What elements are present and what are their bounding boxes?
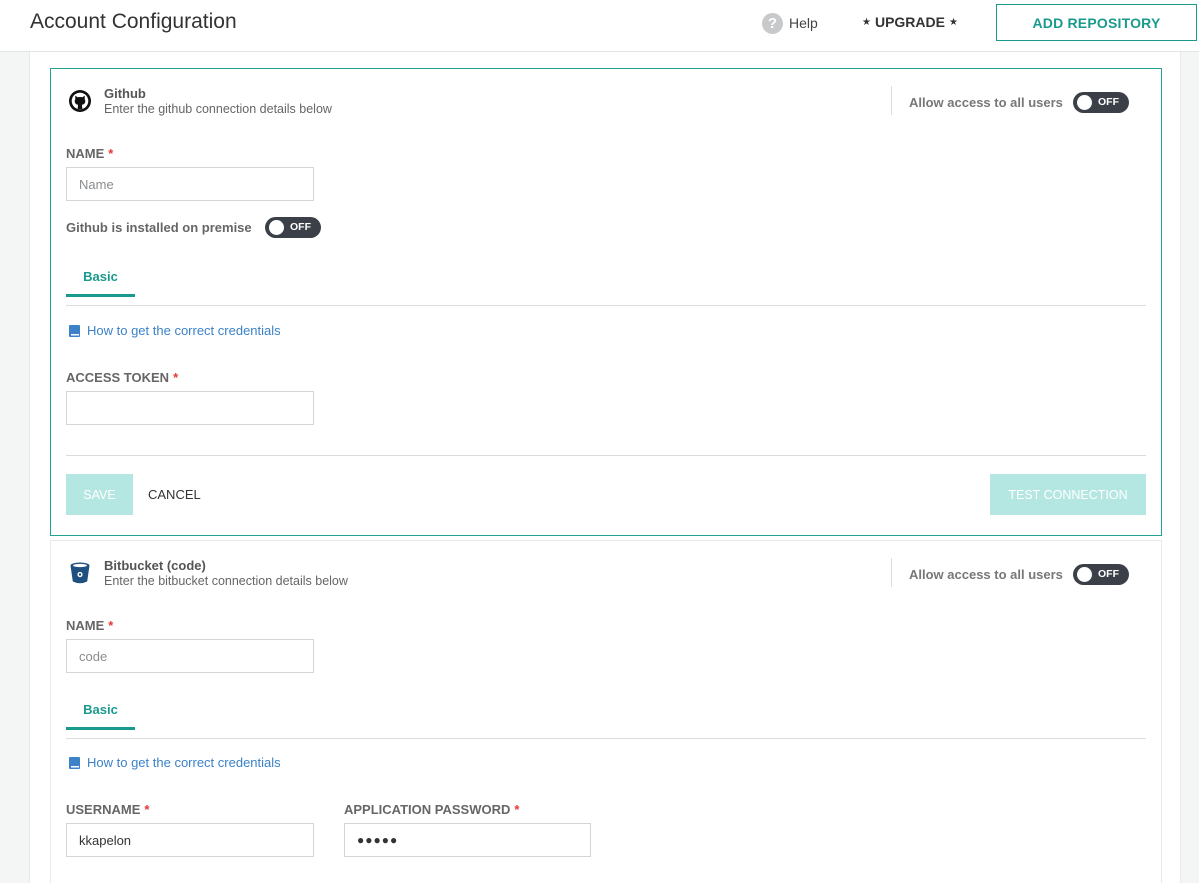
divider	[891, 558, 892, 587]
tab-basic[interactable]: Basic	[66, 269, 135, 297]
add-repository-button[interactable]: ADD REPOSITORY	[996, 4, 1197, 41]
toggle-knob	[1077, 567, 1092, 582]
credentials-link-text: How to get the correct credentials	[87, 323, 281, 338]
name-label: NAME *	[66, 146, 113, 161]
allow-access-toggle[interactable]: OFF	[1073, 564, 1129, 585]
github-name-input[interactable]	[66, 167, 314, 201]
cancel-button[interactable]: CANCEL	[148, 487, 201, 502]
github-title: Github	[104, 86, 146, 101]
required-asterisk: *	[173, 370, 179, 385]
name-label: NAME *	[66, 618, 113, 633]
bitbucket-name-input[interactable]	[66, 639, 314, 673]
bitbucket-card: Bitbucket (code) Enter the bitbucket con…	[50, 540, 1162, 883]
name-label-text: NAME	[66, 618, 105, 633]
credentials-link-text: How to get the correct credentials	[87, 755, 281, 770]
test-connection-button[interactable]: TEST CONNECTION	[990, 474, 1146, 515]
save-button[interactable]: SAVE	[66, 474, 133, 515]
premise-toggle[interactable]: OFF	[265, 217, 321, 238]
help-link[interactable]: ? Help	[762, 12, 818, 34]
github-octocat-icon	[69, 90, 91, 112]
star-icon: ★	[862, 16, 871, 28]
required-asterisk: *	[108, 618, 114, 633]
allow-access-label: Allow access to all users	[909, 95, 1063, 110]
app-password-label-text: APPLICATION PASSWORD	[344, 802, 511, 817]
access-token-input[interactable]	[66, 391, 314, 425]
upgrade-link[interactable]: ★ UPGRADE ★	[862, 14, 958, 30]
toggle-state: OFF	[290, 221, 311, 233]
required-asterisk: *	[144, 802, 150, 817]
name-label-text: NAME	[66, 146, 105, 161]
premise-label: Github is installed on premise	[66, 220, 252, 235]
main-content: Github Enter the github connection detai…	[29, 52, 1181, 883]
book-icon	[69, 324, 80, 337]
toggle-state: OFF	[1098, 568, 1119, 580]
access-token-label-text: ACCESS TOKEN	[66, 370, 170, 385]
allow-access-label: Allow access to all users	[909, 567, 1063, 582]
app-password-input[interactable]	[344, 823, 591, 857]
tab-underline	[66, 727, 135, 730]
app-password-label: APPLICATION PASSWORD *	[344, 802, 519, 817]
tab-divider	[66, 305, 1146, 306]
toggle-state: OFF	[1098, 96, 1119, 108]
help-label: Help	[789, 15, 818, 31]
bitbucket-subtitle: Enter the bitbucket connection details b…	[104, 574, 348, 588]
required-asterisk: *	[514, 802, 520, 817]
footer-divider	[66, 455, 1146, 456]
credentials-link[interactable]: How to get the correct credentials	[69, 323, 281, 338]
username-label: USERNAME *	[66, 802, 149, 817]
tab-divider	[66, 738, 1146, 739]
access-token-label: ACCESS TOKEN *	[66, 370, 178, 385]
allow-access-toggle[interactable]: OFF	[1073, 92, 1129, 113]
toggle-knob	[269, 220, 284, 235]
divider	[891, 86, 892, 115]
toggle-knob	[1077, 95, 1092, 110]
star-icon: ★	[948, 16, 958, 28]
top-bar: Account Configuration ? Help ★ UPGRADE ★…	[0, 0, 1199, 52]
question-circle-icon: ?	[762, 12, 783, 34]
upgrade-label: UPGRADE	[874, 14, 945, 30]
username-input[interactable]	[66, 823, 314, 857]
github-card: Github Enter the github connection detai…	[50, 68, 1162, 536]
bitbucket-title: Bitbucket (code)	[104, 558, 206, 573]
page-title: Account Configuration	[30, 10, 237, 33]
tab-basic-label: Basic	[83, 269, 118, 284]
required-asterisk: *	[108, 146, 114, 161]
tab-basic[interactable]: Basic	[66, 702, 135, 730]
github-subtitle: Enter the github connection details belo…	[104, 102, 332, 116]
tab-underline	[66, 294, 135, 297]
username-label-text: USERNAME	[66, 802, 141, 817]
credentials-link[interactable]: How to get the correct credentials	[69, 755, 281, 770]
book-icon	[69, 756, 80, 769]
bitbucket-bucket-icon	[70, 562, 90, 584]
tab-basic-label: Basic	[83, 702, 118, 717]
